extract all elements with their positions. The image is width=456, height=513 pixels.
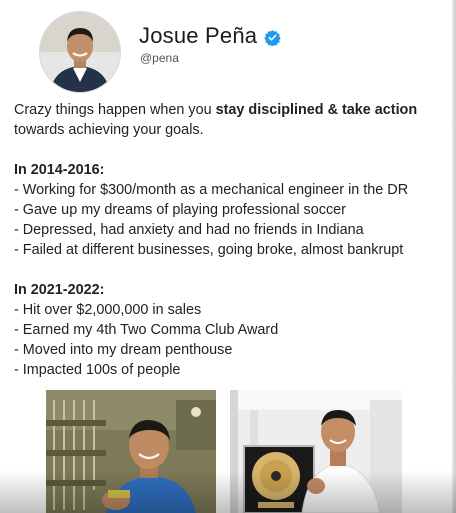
section-heading-2014: In 2014-2016:	[14, 162, 105, 178]
intro-text: Crazy things happen when you	[14, 102, 216, 118]
user-handle[interactable]: @pena	[140, 51, 179, 65]
avatar[interactable]	[40, 12, 120, 92]
post-body: Crazy things happen when you stay discip…	[14, 100, 444, 380]
list-item: - Depressed, had anxiety and had no frie…	[14, 222, 364, 238]
display-name[interactable]: Josue Peña	[139, 23, 257, 49]
workshop-photo[interactable]	[46, 390, 216, 513]
intro-line-2: towards achieving your goals.	[14, 122, 204, 138]
person-photo	[40, 12, 120, 92]
list-item: - Working for $300/month as a mechanical…	[14, 182, 409, 198]
list-item: - Gave up my dreams of playing professio…	[14, 202, 346, 218]
verified-badge-icon	[264, 29, 281, 46]
list-item: - Earned my 4th Two Comma Club Award	[14, 322, 279, 338]
post-media	[46, 390, 402, 513]
list-item: - Hit over $2,000,000 in sales	[14, 302, 202, 318]
intro-line-1: Crazy things happen when you stay discip…	[14, 100, 444, 120]
name-row: Josue Peña	[139, 23, 281, 49]
section-heading-2021: In 2021-2022:	[14, 282, 105, 298]
list-item: - Failed at different businesses, going …	[14, 242, 404, 258]
award-photo[interactable]	[230, 390, 402, 513]
window-edge	[452, 0, 456, 513]
list-item: - Moved into my dream penthouse	[14, 342, 233, 358]
list-item: - Impacted 100s of people	[14, 362, 181, 378]
intro-bold-text: stay disciplined & take action	[215, 102, 418, 118]
